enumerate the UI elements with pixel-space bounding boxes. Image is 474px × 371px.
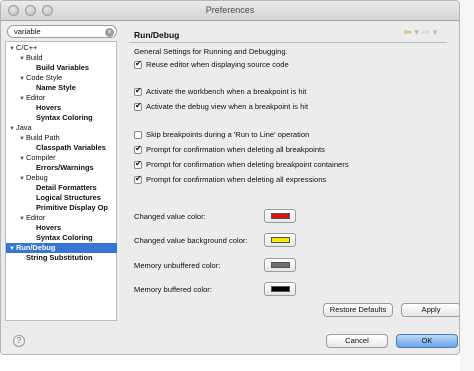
tree-item[interactable]: ▼Build Path: [6, 133, 117, 143]
preference-checkbox-row[interactable]: Activate the workbench when a breakpoint…: [134, 86, 306, 96]
tree-item[interactable]: Detail Formatters: [6, 183, 117, 193]
tree-item-label: Java: [16, 123, 32, 132]
checkbox-label[interactable]: Skip breakpoints during a 'Run to Line' …: [146, 130, 309, 139]
preference-checkbox-row[interactable]: Prompt for confirmation when deleting al…: [134, 144, 325, 154]
tree-item[interactable]: ▼Debug: [6, 173, 117, 183]
color-swatch: [271, 237, 290, 243]
tree-item-label: Errors/Warnings: [36, 163, 94, 172]
tree-item-label: Hovers: [36, 103, 62, 112]
tree-item-label: Editor: [26, 93, 46, 102]
tree-item[interactable]: ▼Java: [6, 123, 117, 133]
background-strip: [460, 0, 474, 371]
tree-item-label: Primitive Display Op: [36, 203, 108, 212]
tree-item-label: Run/Debug: [16, 243, 56, 252]
tree-item[interactable]: ▼Code Style: [6, 73, 117, 83]
title-separator: [129, 42, 447, 43]
color-picker-button[interactable]: [264, 233, 296, 247]
tree-item-label: Syntax Coloring: [36, 233, 93, 242]
checkbox[interactable]: [134, 159, 142, 169]
tree-item[interactable]: String Substitution: [6, 253, 117, 263]
back-arrow-icon[interactable]: ⇦: [404, 27, 412, 38]
tree-item-label: C/C++: [16, 43, 38, 52]
checkbox-label[interactable]: Prompt for confirmation when deleting al…: [146, 145, 325, 154]
checkbox[interactable]: [134, 101, 142, 111]
checkbox[interactable]: [134, 144, 142, 154]
tree-item[interactable]: Build Variables: [6, 63, 117, 73]
tree-item-label: Detail Formatters: [36, 183, 97, 192]
tree-item-label: Build Variables: [36, 63, 89, 72]
title-bar: Preferences: [1, 1, 459, 21]
tree-item[interactable]: Syntax Coloring: [6, 233, 117, 243]
checkbox[interactable]: [134, 174, 142, 184]
tree-item-label: Editor: [26, 213, 46, 222]
window-title: Preferences: [205, 5, 255, 15]
filter-input-value[interactable]: variable: [14, 27, 41, 36]
color-picker-button[interactable]: [264, 258, 296, 272]
checkbox-label[interactable]: Prompt for confirmation when deleting al…: [146, 175, 326, 184]
page-navigation: ⇦ ▾ ⇨ ▾: [404, 27, 437, 38]
color-label: Memory unbuffered color:: [134, 261, 221, 270]
checkbox[interactable]: [134, 130, 142, 139]
preference-checkbox-row[interactable]: Skip breakpoints during a 'Run to Line' …: [134, 130, 309, 139]
page-title: Run/Debug: [134, 30, 180, 40]
tree-item-label: Debug: [26, 173, 48, 182]
cancel-button[interactable]: Cancel: [326, 334, 388, 348]
ok-button[interactable]: OK: [396, 334, 458, 348]
checkbox-label[interactable]: Reuse editor when displaying source code: [146, 60, 289, 69]
clear-filter-icon[interactable]: ×: [105, 27, 114, 37]
tree-item-label: String Substitution: [26, 253, 93, 262]
filter-input[interactable]: variable ×: [7, 25, 117, 38]
checkbox-label[interactable]: Prompt for confirmation when deleting br…: [146, 160, 349, 169]
tree-item-label: Compiler: [26, 153, 56, 162]
help-button[interactable]: ?: [13, 335, 25, 347]
tree-item[interactable]: ▼Compiler: [6, 153, 117, 163]
tree-item-label: Syntax Coloring: [36, 113, 93, 122]
forward-arrow-icon[interactable]: ⇨: [422, 27, 430, 38]
preference-checkbox-row[interactable]: Reuse editor when displaying source code: [134, 59, 289, 69]
tree-item[interactable]: ▼Run/Debug: [6, 243, 117, 253]
apply-button[interactable]: Apply: [401, 303, 459, 317]
color-label: Changed value background color:: [134, 236, 248, 245]
tree-item-label: Code Style: [26, 73, 63, 82]
tree-item-label: Classpath Variables: [36, 143, 106, 152]
color-swatch: [271, 262, 290, 268]
tree-item-label: Build Path: [26, 133, 60, 142]
tree-item[interactable]: Hovers: [6, 223, 117, 233]
tree-item[interactable]: Primitive Display Op: [6, 203, 117, 213]
preference-tree: ▼C/C++ ▼Build Build Variables ▼Code Style Na…: [5, 41, 117, 321]
color-picker-button[interactable]: [264, 282, 296, 296]
tree-item-label: Name Style: [36, 83, 76, 92]
tree-item[interactable]: Name Style: [6, 83, 117, 93]
checkbox[interactable]: [134, 86, 142, 96]
tree-item[interactable]: Syntax Coloring: [6, 113, 117, 123]
color-swatch: [271, 286, 290, 292]
tree-item-label: Logical Structures: [36, 193, 101, 202]
color-swatch: [271, 213, 290, 219]
tree-item-label: Hovers: [36, 223, 62, 232]
tree-item-label: Build: [26, 53, 43, 62]
restore-defaults-button[interactable]: Restore Defaults: [323, 303, 393, 317]
preference-checkbox-row[interactable]: Activate the debug view when a breakpoin…: [134, 101, 308, 111]
checkbox-label[interactable]: Activate the debug view when a breakpoin…: [146, 102, 308, 111]
tree-item[interactable]: Hovers: [6, 103, 117, 113]
tree-item[interactable]: ▼Editor: [6, 213, 117, 223]
color-label: Changed value color:: [134, 212, 206, 221]
color-label: Memory buffered color:: [134, 285, 212, 294]
preferences-window: Preferences variable × ▼C/C++ ▼Build Build…: [0, 0, 460, 355]
preference-checkbox-row[interactable]: Prompt for confirmation when deleting al…: [134, 174, 326, 184]
tree-item[interactable]: ▼Build: [6, 53, 117, 63]
forward-menu-chevron-icon[interactable]: ▾: [433, 27, 438, 38]
preference-checkbox-row[interactable]: Prompt for confirmation when deleting br…: [134, 159, 349, 169]
back-menu-chevron-icon[interactable]: ▾: [415, 27, 420, 38]
tree-item[interactable]: Logical Structures: [6, 193, 117, 203]
checkbox[interactable]: [134, 59, 142, 69]
color-picker-button[interactable]: [264, 209, 296, 223]
tree-item[interactable]: Errors/Warnings: [6, 163, 117, 173]
checkbox-label[interactable]: Activate the workbench when a breakpoint…: [146, 87, 306, 96]
tree-item[interactable]: ▼Editor: [6, 93, 117, 103]
page-description: General Settings for Running and Debuggi…: [134, 47, 288, 56]
tree-item[interactable]: Classpath Variables: [6, 143, 117, 153]
tree-item[interactable]: ▼C/C++: [6, 43, 117, 53]
